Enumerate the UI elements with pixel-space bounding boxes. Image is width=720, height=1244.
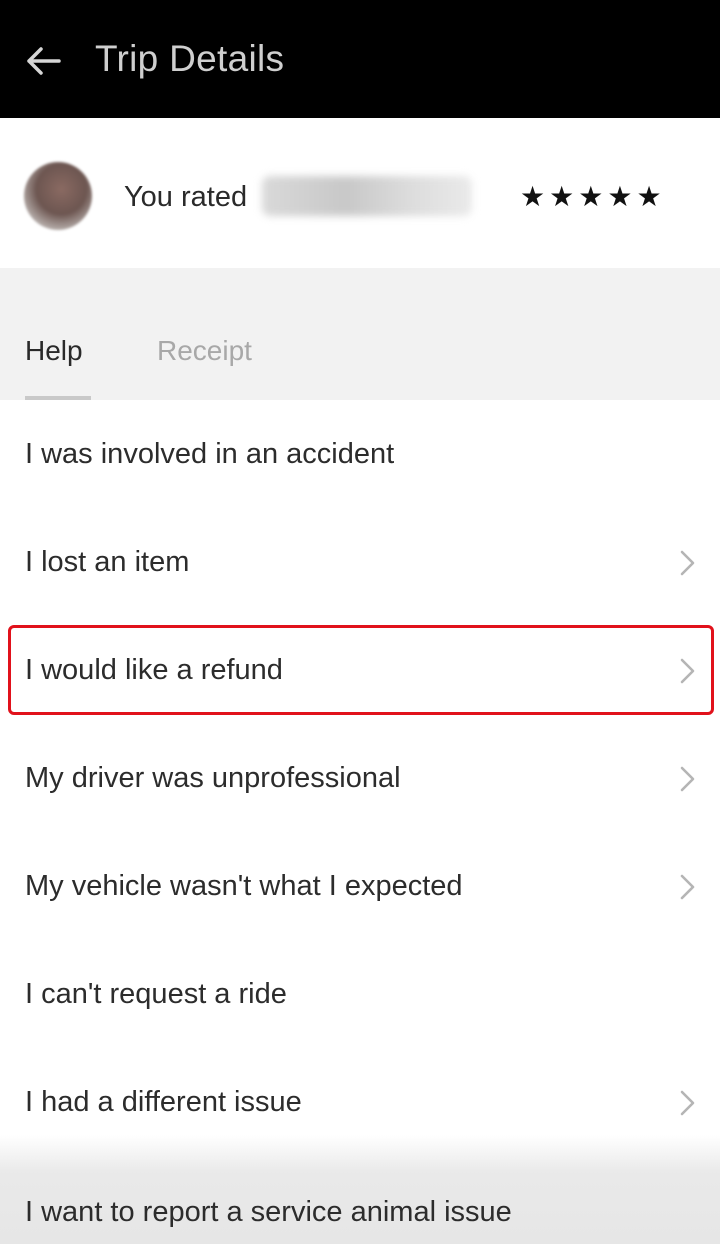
rated-label: You rated	[124, 181, 248, 213]
help-item-accident[interactable]: I was involved in an accident	[0, 400, 720, 508]
star-icon: ★	[549, 181, 575, 212]
help-item-vehicle-not-expected[interactable]: My vehicle wasn't what I expected	[0, 832, 720, 940]
driver-avatar	[24, 162, 92, 230]
help-item-refund[interactable]: I would like a refund	[0, 616, 720, 724]
help-item-lost-item[interactable]: I lost an item	[0, 508, 720, 616]
help-item-label: I lost an item	[25, 546, 190, 578]
help-item-cant-request-ride[interactable]: I can't request a ride	[0, 940, 720, 1048]
help-item-label: I would like a refund	[25, 654, 283, 686]
chevron-right-icon	[680, 766, 695, 792]
star-icon: ★	[636, 181, 662, 212]
help-item-label: I had a different issue	[25, 1086, 302, 1118]
help-item-driver-unprofessional[interactable]: My driver was unprofessional	[0, 724, 720, 832]
app-bar: Trip Details	[0, 0, 720, 118]
tabs-bar	[0, 268, 720, 400]
chevron-right-icon	[680, 1090, 695, 1116]
tab-help[interactable]: Help	[25, 335, 83, 367]
help-item-label: I can't request a ride	[25, 978, 287, 1010]
star-icon: ★	[520, 181, 546, 212]
star-icon: ★	[578, 181, 604, 212]
trip-details-screen: Trip Details You rated ★ ★ ★ ★ ★ Help Re…	[0, 0, 720, 1244]
page-title: Trip Details	[95, 38, 285, 79]
chevron-right-icon	[680, 874, 695, 900]
star-rating: ★ ★ ★ ★ ★	[520, 178, 662, 216]
star-icon: ★	[607, 181, 633, 212]
chevron-right-icon	[680, 550, 695, 576]
arrow-left-icon	[27, 47, 61, 75]
driver-name-redacted	[262, 176, 472, 216]
help-item-label: I was involved in an accident	[25, 438, 395, 470]
help-item-label: My vehicle wasn't what I expected	[25, 870, 463, 902]
back-button[interactable]	[18, 36, 68, 86]
help-item-label: My driver was unprofessional	[25, 762, 401, 794]
tab-receipt[interactable]: Receipt	[157, 335, 252, 367]
chevron-right-icon	[680, 658, 695, 684]
help-item-service-animal[interactable]: I want to report a service animal issue	[25, 1196, 512, 1229]
